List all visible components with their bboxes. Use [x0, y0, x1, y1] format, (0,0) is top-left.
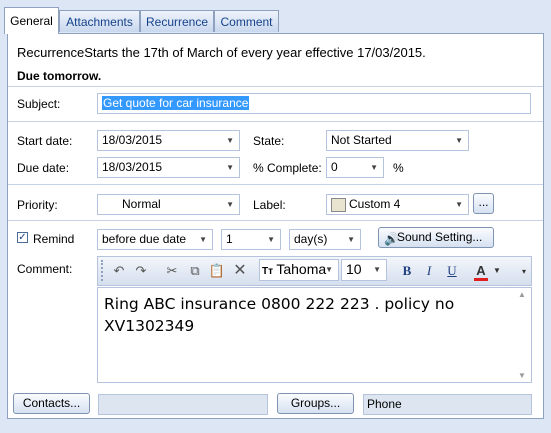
comment-label: Comment:: [17, 262, 73, 276]
tab-comment[interactable]: Comment: [214, 10, 279, 32]
due-date-picker[interactable]: 18/03/2015 ▼: [97, 157, 240, 178]
copy-icon[interactable]: ⧉: [186, 258, 204, 284]
underline-icon[interactable]: U: [444, 258, 460, 284]
scroll-down-icon[interactable]: ▼: [518, 371, 526, 380]
subject-input[interactable]: Get quote for car insurance: [97, 93, 531, 114]
comment-scrollbar[interactable]: ▲ ▼: [512, 287, 532, 383]
complete-value: 0: [331, 160, 338, 174]
chevron-down-icon[interactable]: ▼: [347, 230, 355, 249]
priority-value: Normal: [122, 197, 161, 211]
scroll-up-icon[interactable]: ▲: [518, 290, 526, 299]
chevron-down-icon[interactable]: ▼: [197, 230, 207, 249]
subject-label: Subject:: [17, 97, 61, 111]
font-color-letter: A: [476, 263, 486, 278]
chevron-down-icon[interactable]: ▼: [226, 131, 234, 150]
recurrence-info: RecurrenceStarts the 17th of March of ev…: [17, 45, 426, 60]
divider: [8, 86, 543, 87]
remind-checkbox[interactable]: ✓: [17, 232, 28, 243]
tab-general[interactable]: General: [4, 7, 59, 34]
divider: [8, 184, 543, 185]
label-field-label: Label:: [253, 198, 286, 212]
chevron-down-icon[interactable]: ▼: [370, 158, 378, 177]
chevron-down-icon[interactable]: ▼: [267, 230, 275, 249]
comment-editor[interactable]: Ring ABC insurance 0800 222 223 . policy…: [97, 287, 512, 383]
toolbar-overflow-icon[interactable]: ▾: [522, 262, 530, 282]
contacts-button[interactable]: Contacts...: [13, 393, 90, 414]
remind-label: Remind: [33, 232, 75, 246]
chevron-down-icon[interactable]: ▼: [226, 158, 234, 177]
font-family-value: Tahoma: [276, 261, 327, 277]
groups-field[interactable]: Phone: [363, 394, 532, 415]
chevron-down-icon[interactable]: ▼: [492, 258, 502, 284]
chevron-down-icon[interactable]: ▼: [226, 195, 234, 214]
divider: [8, 220, 543, 221]
contacts-field[interactable]: [98, 394, 268, 415]
bold-icon[interactable]: B: [399, 258, 415, 284]
label-color-swatch: [331, 198, 346, 212]
start-date-value: 18/03/2015: [102, 133, 163, 147]
font-color-icon[interactable]: A: [473, 258, 489, 284]
state-select[interactable]: Not Started ▼: [326, 130, 469, 151]
font-size-value: 10: [346, 261, 362, 277]
priority-select[interactable]: Normal ▼: [97, 194, 240, 215]
percent-unit: %: [393, 161, 404, 175]
due-status: Due tomorrow.: [17, 69, 102, 83]
chevron-down-icon[interactable]: ▼: [455, 131, 463, 150]
comment-text: Ring ABC insurance 0800 222 223 . policy…: [104, 295, 455, 335]
subject-value: Get quote for car insurance: [102, 96, 250, 110]
italic-icon[interactable]: I: [421, 258, 437, 284]
tab-attachments[interactable]: Attachments: [59, 10, 140, 32]
tab-recurrence[interactable]: Recurrence: [140, 10, 214, 32]
sound-setting-button[interactable]: 🔊 Sound Setting...: [378, 227, 494, 248]
undo-icon[interactable]: ↶: [110, 258, 128, 284]
remind-unit-select[interactable]: day(s) ▼: [289, 229, 361, 250]
divider: [8, 121, 543, 122]
remind-unit-value: day(s): [294, 232, 328, 246]
chevron-down-icon[interactable]: ▼: [373, 260, 381, 279]
due-date-value: 18/03/2015: [102, 160, 163, 174]
due-date-label: Due date:: [17, 161, 70, 175]
remind-when-select[interactable]: before due date ▼: [97, 229, 213, 250]
start-date-picker[interactable]: 18/03/2015 ▼: [97, 130, 240, 151]
redo-icon[interactable]: ↷: [132, 258, 150, 284]
label-value: Custom 4: [349, 197, 401, 211]
chevron-down-icon[interactable]: ▼: [325, 260, 333, 279]
font-color-bar: [474, 278, 488, 281]
paste-icon[interactable]: 📋: [208, 258, 226, 284]
remind-when-value: before due date: [102, 232, 187, 246]
font-icon: Tт: [262, 266, 274, 277]
font-size-select[interactable]: 10 ▼: [341, 259, 387, 281]
toolbar-grip[interactable]: [101, 260, 106, 281]
sound-setting-label: Sound Setting...: [397, 230, 483, 244]
complete-spinner[interactable]: 0 ▼: [326, 157, 384, 178]
groups-button[interactable]: Groups...: [277, 393, 354, 414]
chevron-down-icon[interactable]: ▼: [455, 195, 463, 214]
priority-label: Priority:: [17, 198, 58, 212]
speaker-icon: 🔊: [384, 232, 399, 246]
label-more-button[interactable]: ...: [473, 193, 494, 214]
cut-icon[interactable]: ✂: [163, 258, 181, 284]
state-value: Not Started: [331, 133, 392, 147]
delete-icon[interactable]: ✕: [231, 258, 249, 284]
label-select[interactable]: Custom 4 ▼: [326, 194, 469, 215]
remind-amount-value: 1: [226, 232, 233, 246]
complete-label: % Complete:: [253, 161, 322, 175]
remind-amount-select[interactable]: 1 ▼: [221, 229, 281, 250]
font-family-select[interactable]: Tт Tahoma ▼: [259, 259, 339, 281]
state-label: State:: [253, 134, 285, 148]
start-date-label: Start date:: [17, 134, 73, 148]
groups-value: Phone: [367, 397, 402, 411]
